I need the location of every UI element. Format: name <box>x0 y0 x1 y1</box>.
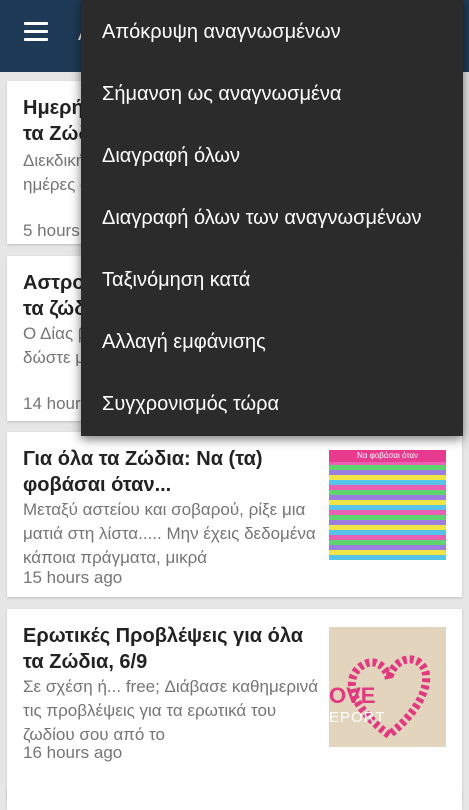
menu-item-hide-read[interactable]: Απόκρυψη αναγνωσμένων <box>81 1 463 63</box>
menu-icon[interactable] <box>24 22 48 42</box>
article-title: Για όλα τα Ζώδια: Να (τα) φοβάσαι όταν..… <box>23 448 263 496</box>
thumbnail-word-report: EPORT <box>329 709 386 726</box>
article-snippet: Σε σχέση ή... free; Διάβασε καθημερινά τ… <box>23 677 319 744</box>
article-time: 16 hours ago <box>23 743 123 762</box>
article-card[interactable] <box>7 790 462 810</box>
article-card[interactable]: Για όλα τα Ζώδια: Να (τα) φοβάσαι όταν..… <box>7 432 462 597</box>
article-card[interactable]: Ερωτικές Προβλέψεις για όλα τα Ζώδια, 6/… <box>7 609 462 799</box>
menu-item-change-view[interactable]: Αλλαγή εμφάνισης <box>81 311 463 373</box>
menu-item-sort-by[interactable]: Ταξινόμηση κατά <box>81 249 463 311</box>
article-thumbnail: Να φοβάσαι όταν <box>329 450 446 560</box>
menu-item-delete-read[interactable]: Διαγραφή όλων των αναγνωσμένων <box>81 187 463 249</box>
thumbnail-word-love: OVE <box>329 683 376 708</box>
article-title: Ερωτικές Προβλέψεις για όλα τα Ζώδια, 6/… <box>23 625 304 673</box>
overflow-menu: Απόκρυψη αναγνωσμένων Σήμανση ως αναγνωσ… <box>81 0 463 436</box>
thumbnail-caption: Να φοβάσαι όταν <box>329 450 446 462</box>
menu-item-delete-all[interactable]: Διαγραφή όλων <box>81 125 463 187</box>
article-time: 15 hours ago <box>23 568 123 587</box>
menu-item-sync-now[interactable]: Συγχρονισμός τώρα <box>81 373 463 435</box>
article-snippet: Μεταξύ αστείου και σοβαρού, ρίξε μια ματ… <box>23 500 316 567</box>
menu-item-mark-read[interactable]: Σήμανση ως αναγνωσμένα <box>81 63 463 125</box>
article-thumbnail: OVE EPORT <box>329 627 446 747</box>
